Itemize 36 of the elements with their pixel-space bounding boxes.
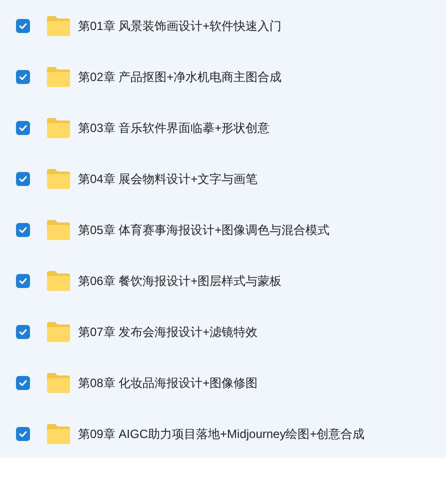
folder-name[interactable]: 第04章 展会物料设计+文字与画笔 [78, 170, 258, 188]
checkbox[interactable] [16, 324, 30, 338]
check-icon [18, 122, 28, 132]
folder-name[interactable]: 第06章 餐饮海报设计+图层样式与蒙板 [78, 272, 282, 290]
folder-icon [46, 372, 71, 394]
checkbox[interactable] [16, 376, 30, 390]
folder-name[interactable]: 第03章 音乐软件界面临摹+形状创意 [78, 118, 270, 136]
checkbox[interactable] [16, 426, 30, 440]
folder-icon [46, 320, 71, 342]
checkbox[interactable] [16, 18, 30, 32]
check-icon [18, 224, 28, 234]
checkbox[interactable] [16, 70, 30, 84]
folder-name[interactable]: 第05章 体育赛事海报设计+图像调色与混合模式 [78, 220, 330, 238]
folder-icon [46, 218, 71, 240]
folder-icon [46, 168, 71, 190]
checkbox[interactable] [16, 120, 30, 134]
check-icon [18, 20, 28, 30]
checkbox[interactable] [16, 274, 30, 288]
folder-name[interactable]: 第07章 发布会海报设计+滤镜特效 [78, 322, 258, 340]
check-icon [18, 428, 28, 438]
folder-name[interactable]: 第02章 产品抠图+净水机电商主图合成 [78, 68, 282, 86]
check-icon [18, 326, 28, 336]
check-icon [18, 378, 28, 388]
check-icon [18, 276, 28, 286]
folder-name[interactable]: 第01章 风景装饰画设计+软件快速入门 [78, 16, 282, 34]
checkbox[interactable] [16, 222, 30, 236]
folder-icon [46, 270, 71, 292]
checkbox[interactable] [16, 172, 30, 186]
folder-icon [46, 116, 71, 138]
folder-icon [46, 422, 71, 444]
check-icon [18, 174, 28, 184]
check-icon [18, 72, 28, 82]
folder-icon [46, 14, 71, 36]
folder-name[interactable]: 第09章 AIGC助力项目落地+Midjourney绘图+创意合成 [78, 424, 365, 442]
folder-name[interactable]: 第08章 化妆品海报设计+图像修图 [78, 374, 258, 392]
folder-icon [46, 66, 71, 88]
